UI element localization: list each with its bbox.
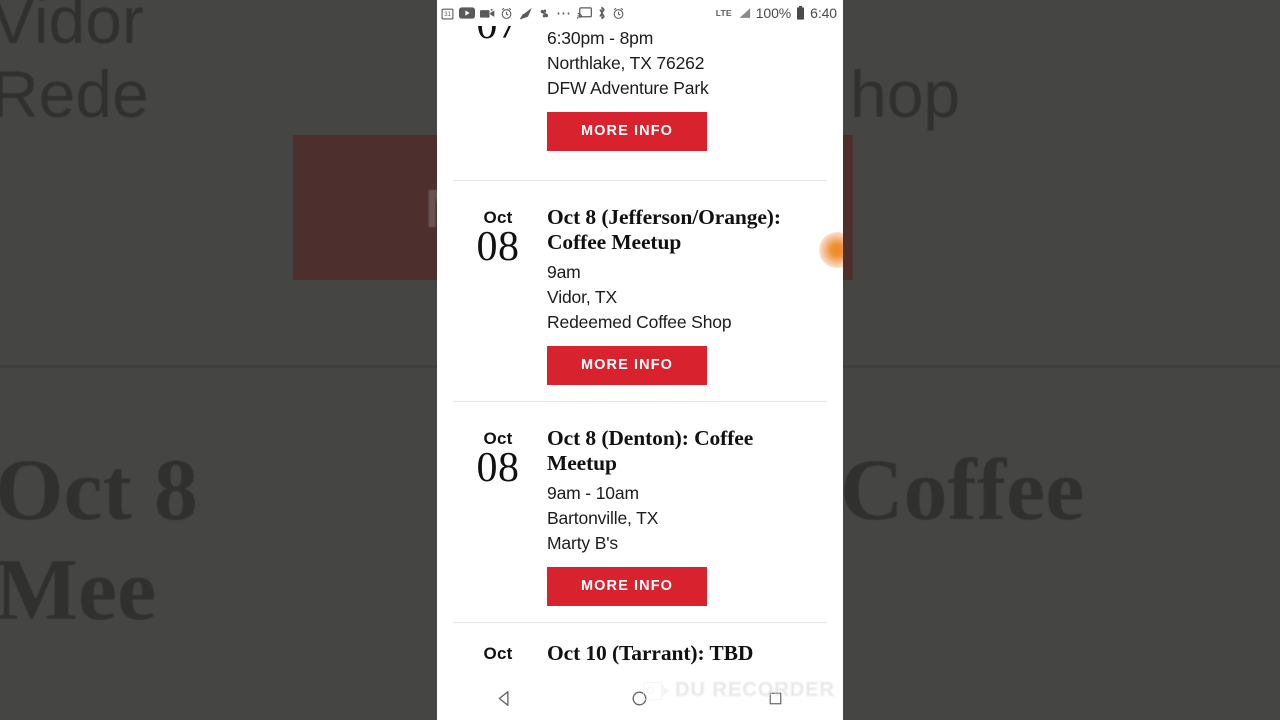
event-meta: 6:30pm - 8pm Northlake, TX 76262 DFW Adv…: [547, 26, 827, 101]
status-bar: 31 ⋯ LTE 100% 6:40: [437, 0, 843, 26]
network-type-label: LTE: [715, 8, 732, 18]
event-venue: Marty B's: [547, 533, 619, 554]
event-title: Oct 10 (Tarrant): TBD: [547, 640, 754, 665]
more-info-button[interactable]: MORE INFO: [547, 346, 708, 385]
recents-square-icon: [769, 692, 782, 704]
event-details: 6:30pm - 8pm Northlake, TX 76262 DFW Adv…: [543, 26, 827, 166]
signal-strength-icon: [737, 7, 751, 19]
event-time: 9am - 10am: [547, 483, 639, 504]
alarm-clock-2-icon: [612, 7, 625, 20]
bg-fragment-coffee: Coffee: [840, 442, 1085, 539]
event-card[interactable]: Oct Oct 10 (Tarrant): TBD: [437, 623, 843, 683]
event-card[interactable]: 07 6:30pm - 8pm Northlake, TX 76262 DFW …: [437, 26, 843, 166]
event-date-column: Oct: [453, 623, 543, 683]
battery-icon: [796, 6, 805, 20]
event-details: Oct 10 (Tarrant): TBD: [543, 623, 827, 683]
bg-fragment-vidor: Vidor: [0, 0, 144, 57]
bg-fragment-mee: Mee: [0, 542, 157, 639]
event-date-column: Oct 08: [453, 420, 543, 606]
youtube-icon: [459, 7, 475, 19]
event-meta: 9am - 10am Bartonville, TX Marty B's: [547, 481, 827, 556]
event-city: Northlake, TX 76262: [547, 53, 705, 74]
event-day: 07: [453, 26, 543, 46]
nav-recents-button[interactable]: [740, 676, 810, 720]
event-time: 6:30pm - 8pm: [547, 28, 654, 48]
event-meta: 9am Vidor, TX Redeemed Coffee Shop: [547, 260, 827, 335]
calendar-31-icon: 31: [441, 7, 454, 20]
event-title: Oct 8 (Denton): Coffee Meetup: [547, 425, 754, 475]
bg-fragment-oct8: Oct 8: [0, 442, 198, 539]
event-card[interactable]: Oct 08 Oct 8 (Jefferson/Orange): Coffee …: [437, 181, 843, 401]
event-venue: Redeemed Coffee Shop: [547, 312, 732, 333]
bg-fragment-hop: hop: [850, 57, 961, 131]
home-circle-icon: [633, 691, 647, 705]
event-time: 9am: [547, 262, 581, 283]
event-card[interactable]: Oct 08 Oct 8 (Denton): Coffee Meetup 9am…: [437, 402, 843, 622]
alarm-clock-icon: [500, 7, 513, 20]
event-details: Oct 8 (Jefferson/Orange): Coffee Meetup …: [543, 199, 827, 385]
event-day: 08: [476, 444, 520, 491]
nav-home-button[interactable]: [605, 676, 675, 720]
event-details: Oct 8 (Denton): Coffee Meetup 9am - 10am…: [543, 420, 827, 606]
clock-label: 6:40: [810, 5, 837, 21]
event-title: Oct 8 (Jefferson/Orange): Coffee Meetup: [547, 205, 781, 255]
bluetooth-icon: [597, 6, 607, 20]
cast-icon: [577, 7, 592, 19]
more-info-button[interactable]: MORE INFO: [547, 112, 708, 151]
battery-percent-label: 100%: [755, 5, 792, 21]
more-info-button[interactable]: MORE INFO: [547, 567, 708, 606]
event-month: Oct: [483, 643, 513, 663]
more-dots-icon: ⋯: [556, 4, 572, 22]
event-day: 08: [476, 223, 520, 270]
fan-icon: [538, 7, 551, 20]
back-triangle-icon: [498, 690, 509, 706]
video-camera-icon: [480, 8, 495, 19]
android-navigation-bar: [437, 676, 843, 720]
svg-text:31: 31: [444, 12, 451, 18]
event-list[interactable]: 07 6:30pm - 8pm Northlake, TX 76262 DFW …: [437, 26, 843, 720]
nav-back-button[interactable]: [470, 676, 540, 720]
phone-screenshot: 31 ⋯ LTE 100% 6:40 6:30pm - 8pm Northlak…: [437, 0, 843, 720]
event-venue: DFW Adventure Park: [547, 78, 709, 99]
event-city: Vidor, TX: [547, 287, 617, 308]
screen-root: 08 Cof 9am Vidor Rede hop M Oct Oct 8 Co…: [0, 0, 1280, 720]
cleaner-broom-icon: [518, 7, 533, 20]
bg-fragment-rede: Rede: [0, 57, 149, 131]
event-city: Bartonville, TX: [547, 508, 659, 529]
event-date-column: 07: [453, 26, 543, 166]
event-date-column: Oct 08: [453, 199, 543, 385]
